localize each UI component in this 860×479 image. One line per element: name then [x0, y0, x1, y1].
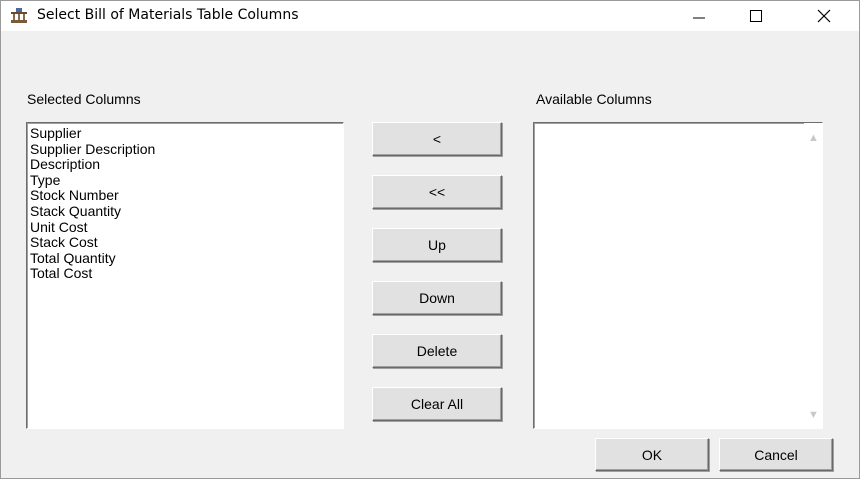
maximize-icon: [750, 10, 762, 22]
add-column-button[interactable]: <: [372, 122, 502, 156]
list-item[interactable]: Stock Number: [30, 188, 343, 204]
add-all-columns-button[interactable]: <<: [372, 175, 502, 209]
available-columns-list[interactable]: ▲ ▼: [533, 122, 823, 429]
close-icon: [817, 9, 831, 23]
list-item[interactable]: Supplier Description: [30, 141, 343, 158]
dialog-window: Select Bill of Materials Table Columns S…: [0, 0, 860, 479]
minimize-button[interactable]: [676, 1, 722, 31]
selected-columns-label: Selected Columns: [27, 91, 141, 107]
clear-all-button[interactable]: Clear All: [372, 387, 502, 421]
ok-button[interactable]: OK: [595, 438, 709, 471]
list-item[interactable]: Type: [30, 172, 343, 189]
scroll-up-icon[interactable]: ▲: [808, 133, 819, 144]
cancel-button[interactable]: Cancel: [719, 438, 833, 471]
app-icon: [11, 8, 27, 23]
list-item[interactable]: Stack Quantity: [30, 203, 343, 220]
minimize-icon: [693, 17, 705, 19]
list-item[interactable]: Unit Cost: [30, 219, 343, 236]
delete-button[interactable]: Delete: [372, 334, 502, 368]
title-bar[interactable]: Select Bill of Materials Table Columns: [1, 1, 859, 31]
available-list-scrollbar[interactable]: ▲ ▼: [804, 123, 822, 428]
list-item[interactable]: Supplier: [30, 125, 343, 142]
selected-columns-list[interactable]: Supplier Supplier Description Description T…: [26, 122, 344, 429]
maximize-button[interactable]: [733, 1, 779, 31]
list-item[interactable]: Total Cost: [30, 266, 343, 282]
list-item[interactable]: Stack Cost: [30, 235, 343, 251]
list-item[interactable]: Total Quantity: [30, 250, 343, 267]
move-up-button[interactable]: Up: [372, 228, 502, 262]
list-item[interactable]: Description: [30, 157, 343, 173]
move-down-button[interactable]: Down: [372, 281, 502, 315]
close-button[interactable]: [801, 1, 847, 31]
available-columns-label: Available Columns: [536, 91, 652, 107]
scroll-down-icon[interactable]: ▼: [808, 410, 819, 421]
window-title: Select Bill of Materials Table Columns: [37, 7, 299, 23]
